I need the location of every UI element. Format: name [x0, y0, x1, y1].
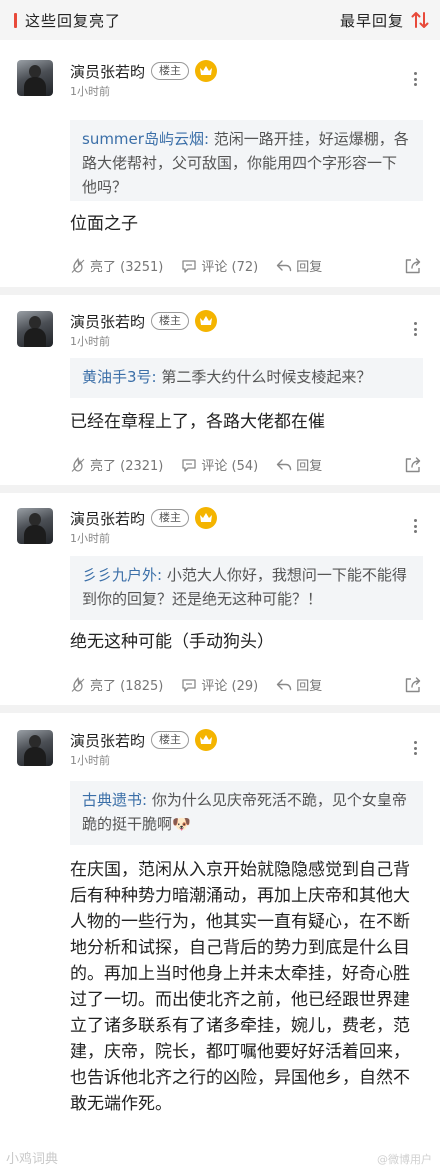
like-count: 亮了 (1825) — [90, 679, 164, 694]
comment-item: 演员张若昀 楼主 1小时前 黄油手3号: 第二季大约什么时候支棱起来？ 已经在章… — [0, 295, 440, 485]
accent-bar — [14, 12, 17, 28]
reply-text: 已经在章程上了，各路大佬都在催 — [70, 412, 325, 432]
action-bar: 亮了 (1825) 评论 (29) 回复 — [70, 675, 422, 694]
sort-arrows-icon — [410, 10, 430, 30]
more-options-icon[interactable] — [410, 740, 420, 756]
author-row: 演员张若昀 楼主 — [70, 729, 218, 751]
comment-item: 演员张若昀 楼主 1小时前 古典遗书: 你为什么见庆帝死活不跪，见个女皇帝跪的挺… — [0, 713, 440, 1171]
like-icon — [71, 456, 85, 472]
avatar[interactable] — [17, 311, 53, 347]
quoted-comment[interactable]: 古典遗书: 你为什么见庆帝死活不跪，见个女皇帝跪的挺干脆啊🐶 — [70, 781, 423, 845]
more-options-icon[interactable] — [410, 71, 420, 87]
author-row: 演员张若昀 楼主 — [70, 507, 218, 529]
share-button[interactable] — [404, 257, 422, 275]
like-count: 亮了 (2321) — [90, 459, 164, 474]
username[interactable]: 演员张若昀 — [70, 61, 145, 82]
like-button[interactable]: 亮了 (1825) — [70, 675, 163, 694]
watermark-left: 小鸡词典 — [6, 1152, 59, 1167]
more-options-icon[interactable] — [410, 321, 420, 337]
divider — [0, 287, 440, 295]
like-icon — [71, 676, 85, 692]
quote-author[interactable]: 彡彡九户外: — [82, 566, 162, 584]
op-badge: 楼主 — [151, 509, 190, 527]
avatar[interactable] — [17, 60, 53, 96]
sort-toggle[interactable]: 最早回复 — [340, 10, 430, 31]
comment-icon — [182, 259, 197, 273]
reply-text: 位面之子 — [70, 214, 138, 234]
comment-count: 评论 (54) — [201, 459, 259, 474]
crown-icon — [195, 507, 218, 529]
reply-button[interactable]: 回复 — [276, 455, 322, 474]
reply-button[interactable]: 回复 — [276, 675, 322, 694]
author-row: 演员张若昀 楼主 — [70, 60, 218, 82]
share-icon — [405, 456, 421, 472]
quoted-comment[interactable]: summer岛屿云烟: 范闲一路开挂，好运爆棚，各路大佬帮衬，父可敌国，你能用四… — [70, 120, 423, 201]
comment-icon — [182, 458, 197, 472]
more-options-icon[interactable] — [410, 518, 420, 534]
reply-text: 在庆国，范闲从入京开始就隐隐感觉到自己背后有种种势力暗潮涌动，再加上庆帝和其他大… — [70, 860, 410, 1114]
divider — [0, 705, 440, 713]
op-badge: 楼主 — [151, 731, 190, 749]
action-bar: 亮了 (3251) 评论 (72) 回复 — [70, 256, 422, 275]
comment-button[interactable]: 评论 (54) — [181, 455, 258, 474]
reply-label: 回复 — [296, 260, 323, 275]
comment-button[interactable]: 评论 (72) — [181, 256, 258, 275]
reply-text: 绝无这种可能（手动狗头） — [70, 632, 274, 652]
timestamp: 1小时前 — [70, 85, 110, 98]
avatar[interactable] — [17, 730, 53, 766]
op-badge: 楼主 — [151, 312, 190, 330]
quote-author[interactable]: summer岛屿云烟: — [82, 130, 209, 148]
replies-header: 这些回复亮了 最早回复 — [0, 0, 440, 40]
share-icon — [405, 676, 421, 692]
crown-icon — [195, 729, 218, 751]
reply-icon — [277, 458, 292, 470]
action-bar: 亮了 (2321) 评论 (54) 回复 — [70, 455, 422, 474]
share-button[interactable] — [404, 456, 422, 474]
comment-count: 评论 (72) — [201, 260, 259, 275]
dog-emoji: 🐶 — [172, 815, 191, 833]
username[interactable]: 演员张若昀 — [70, 730, 145, 751]
quote-author[interactable]: 古典遗书: — [82, 791, 147, 809]
comment-item: 演员张若昀 楼主 1小时前 summer岛屿云烟: 范闲一路开挂，好运爆棚，各路… — [0, 40, 440, 287]
quote-text: 第二季大约什么时候支棱起来？ — [156, 368, 372, 386]
crown-icon — [195, 60, 218, 82]
like-button[interactable]: 亮了 (2321) — [70, 455, 163, 474]
reply-label: 回复 — [296, 459, 323, 474]
avatar[interactable] — [17, 508, 53, 544]
author-row: 演员张若昀 楼主 — [70, 310, 218, 332]
like-icon — [71, 257, 85, 273]
like-count: 亮了 (3251) — [90, 260, 164, 275]
username[interactable]: 演员张若昀 — [70, 311, 145, 332]
share-button[interactable] — [404, 676, 422, 694]
sort-label: 最早回复 — [339, 11, 404, 30]
username[interactable]: 演员张若昀 — [70, 508, 145, 529]
header-left: 这些回复亮了 — [14, 10, 121, 31]
quote-author[interactable]: 黄油手3号: — [82, 368, 157, 386]
reply-button[interactable]: 回复 — [276, 256, 322, 275]
divider — [0, 485, 440, 493]
comment-item: 演员张若昀 楼主 1小时前 彡彡九户外: 小范大人你好，我想问一下能不能得到你的… — [0, 493, 440, 705]
op-badge: 楼主 — [151, 62, 190, 80]
comment-count: 评论 (29) — [201, 679, 259, 694]
reply-icon — [277, 259, 292, 271]
crown-icon — [195, 310, 218, 332]
share-icon — [405, 257, 421, 273]
like-button[interactable]: 亮了 (3251) — [70, 256, 163, 275]
section-title: 这些回复亮了 — [25, 11, 122, 30]
reply-label: 回复 — [296, 679, 323, 694]
timestamp: 1小时前 — [70, 335, 110, 348]
timestamp: 1小时前 — [70, 532, 110, 545]
reply-icon — [277, 678, 292, 690]
quoted-comment[interactable]: 彡彡九户外: 小范大人你好，我想问一下能不能得到你的回复？还是绝无这种可能？！ — [70, 556, 423, 620]
comment-icon — [182, 678, 197, 692]
comment-button[interactable]: 评论 (29) — [181, 675, 258, 694]
timestamp: 1小时前 — [70, 754, 110, 767]
quoted-comment[interactable]: 黄油手3号: 第二季大约什么时候支棱起来？ — [70, 358, 423, 398]
watermark-right: @微博用户 — [377, 1153, 432, 1166]
